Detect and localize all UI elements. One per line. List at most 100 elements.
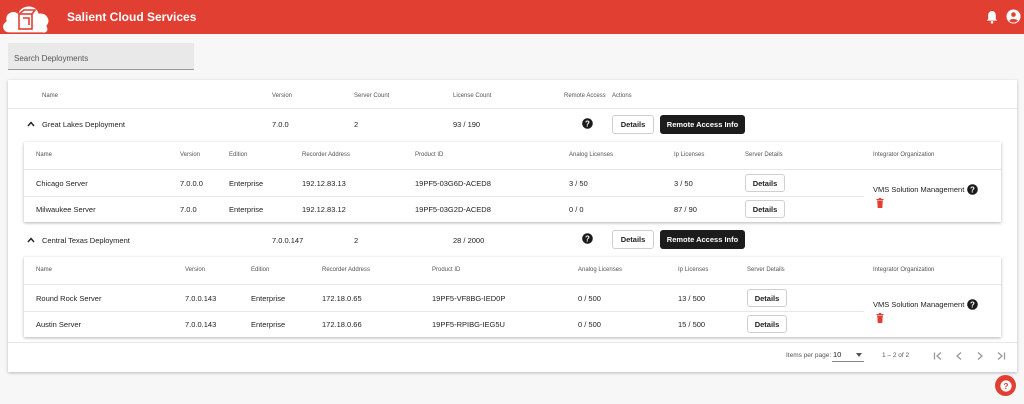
server-version: 7.0.0.143: [185, 320, 217, 329]
chevron-up-icon[interactable]: [27, 120, 35, 128]
search-deployments-input[interactable]: [8, 43, 194, 70]
page-size-value: 10: [833, 350, 842, 359]
server-analog-licenses: 0 / 0: [569, 205, 584, 214]
col-header-recorder-address: Recorder Address: [322, 267, 371, 273]
server-ip-licenses: 13 / 500: [678, 294, 706, 303]
col-header-integrator-organization: Integrator Organization: [873, 267, 935, 273]
server-product-id: 19PF5-03G6D-ACED8: [415, 179, 491, 188]
app-title: Salient Cloud Services: [67, 10, 197, 24]
server-product-id: 19PF5-VF8BG-IED0P: [432, 294, 506, 303]
bell-icon[interactable]: [985, 10, 999, 24]
deployment-server-count: 2: [354, 120, 359, 129]
server-edition: Enterprise: [229, 205, 264, 214]
svg-text:?: ?: [970, 300, 975, 309]
server-recorder-address: 192.12.83.12: [302, 205, 346, 214]
help-icon[interactable]: ?: [967, 299, 978, 310]
chevron-down-icon: [856, 353, 862, 357]
server-version: 7.0.0.143: [185, 294, 217, 303]
server-product-id: 19PF5-RPIBG-IEG5U: [432, 320, 505, 329]
deployment-name: Great Lakes Deployment: [42, 120, 125, 129]
divider: [24, 169, 1001, 170]
help-icon[interactable]: ?: [582, 118, 593, 129]
server-version: 7.0.0: [180, 205, 197, 214]
server-details-button[interactable]: Details: [745, 174, 785, 192]
help-icon[interactable]: ?: [967, 184, 978, 195]
server-analog-licenses: 0 / 500: [578, 320, 601, 329]
previous-page-icon[interactable]: [954, 351, 964, 361]
help-icon: ?: [999, 379, 1012, 392]
server-ip-licenses: 87 / 90: [674, 205, 697, 214]
integrator-organization: VMS Solution Management: [873, 185, 965, 194]
help-fab-button[interactable]: ?: [995, 375, 1016, 396]
server-analog-licenses: 3 / 50: [569, 179, 588, 188]
divider: [8, 108, 1017, 109]
col-header-ip-licenses: Ip Licenses: [678, 267, 709, 273]
server-name: Chicago Server: [36, 179, 88, 188]
help-icon[interactable]: ?: [582, 233, 593, 244]
col-header-version: Version: [185, 267, 206, 273]
col-header-integrator-organization: Integrator Organization: [873, 152, 935, 158]
server-name: Austin Server: [36, 320, 82, 329]
first-page-icon[interactable]: [933, 351, 943, 361]
deployment-details-button[interactable]: Details: [612, 230, 654, 249]
server-analog-licenses: 0 / 500: [578, 294, 601, 303]
server-recorder-address: 172.18.0.65: [322, 294, 362, 303]
server-ip-licenses: 3 / 50: [674, 179, 693, 188]
deployment-license-count: 93 / 190: [453, 120, 481, 129]
deployment-server-count: 2: [354, 236, 359, 245]
col-header-license-count: License Count: [453, 93, 492, 99]
col-header-name: Name: [36, 267, 53, 273]
col-header-server-count: Server Count: [354, 93, 390, 99]
deployments-card: Name Version Server Count License Count …: [8, 80, 1017, 372]
deployment-version: 7.0.0.147: [272, 236, 304, 245]
col-header-recorder-address: Recorder Address: [302, 152, 351, 158]
col-header-server-details: Server Details: [745, 152, 783, 158]
server-name: Milwaukee Server: [36, 205, 96, 214]
server-ip-licenses: 15 / 500: [678, 320, 706, 329]
col-header-remote-access: Remote Access: [564, 93, 606, 99]
server-name: Round Rock Server: [36, 294, 102, 303]
col-header-ip-licenses: Ip Licenses: [674, 152, 705, 158]
integrator-organization: VMS Solution Management: [873, 300, 965, 309]
col-header-analog-licenses: Analog Licenses: [578, 267, 623, 273]
deployment-name: Central Texas Deployment: [42, 236, 130, 245]
divider: [8, 342, 1017, 343]
trash-icon[interactable]: [876, 313, 884, 323]
col-header-version: Version: [180, 152, 201, 158]
col-header-server-details: Server Details: [747, 267, 785, 273]
server-product-id: 19PF5-03G2D-ACED8: [415, 205, 491, 214]
remote-access-info-button[interactable]: Remote Access Info: [660, 230, 745, 249]
server-recorder-address: 172.18.0.66: [322, 320, 362, 329]
col-header-name: Name: [42, 93, 59, 99]
deployment-license-count: 28 / 2000: [453, 236, 485, 245]
cloud-logo-icon[interactable]: [0, 0, 52, 36]
col-header-product-id: Product ID: [432, 267, 461, 273]
next-page-icon[interactable]: [975, 351, 985, 361]
server-edition: Enterprise: [229, 179, 264, 188]
server-recorder-address: 192.12.83.13: [302, 179, 346, 188]
server-details-button[interactable]: Details: [745, 200, 785, 218]
deployment-details-button[interactable]: Details: [612, 115, 654, 134]
top-app-bar: Salient Cloud Services: [0, 0, 1024, 34]
last-page-icon[interactable]: [996, 351, 1006, 361]
page-size-select[interactable]: 10: [832, 348, 864, 362]
server-version: 7.0.0.0: [180, 179, 203, 188]
range-label: 1 – 2 of 2: [882, 352, 910, 359]
divider: [24, 311, 864, 312]
col-header-edition: Edition: [251, 267, 270, 273]
server-edition: Enterprise: [251, 294, 286, 303]
divider: [24, 284, 1001, 285]
server-table: Name Version Edition Recorder Address Pr…: [24, 257, 1001, 337]
col-header-product-id: Product ID: [415, 152, 444, 158]
svg-text:?: ?: [970, 185, 975, 194]
server-edition: Enterprise: [251, 320, 286, 329]
remote-access-info-button[interactable]: Remote Access Info: [660, 115, 745, 134]
deployment-version: 7.0.0: [272, 120, 289, 129]
server-details-button[interactable]: Details: [747, 289, 787, 307]
chevron-up-icon[interactable]: [27, 236, 35, 244]
svg-text:?: ?: [1003, 381, 1008, 391]
svg-text:?: ?: [585, 119, 590, 128]
account-icon[interactable]: [1006, 9, 1021, 24]
server-details-button[interactable]: Details: [747, 315, 787, 333]
trash-icon[interactable]: [876, 198, 884, 208]
